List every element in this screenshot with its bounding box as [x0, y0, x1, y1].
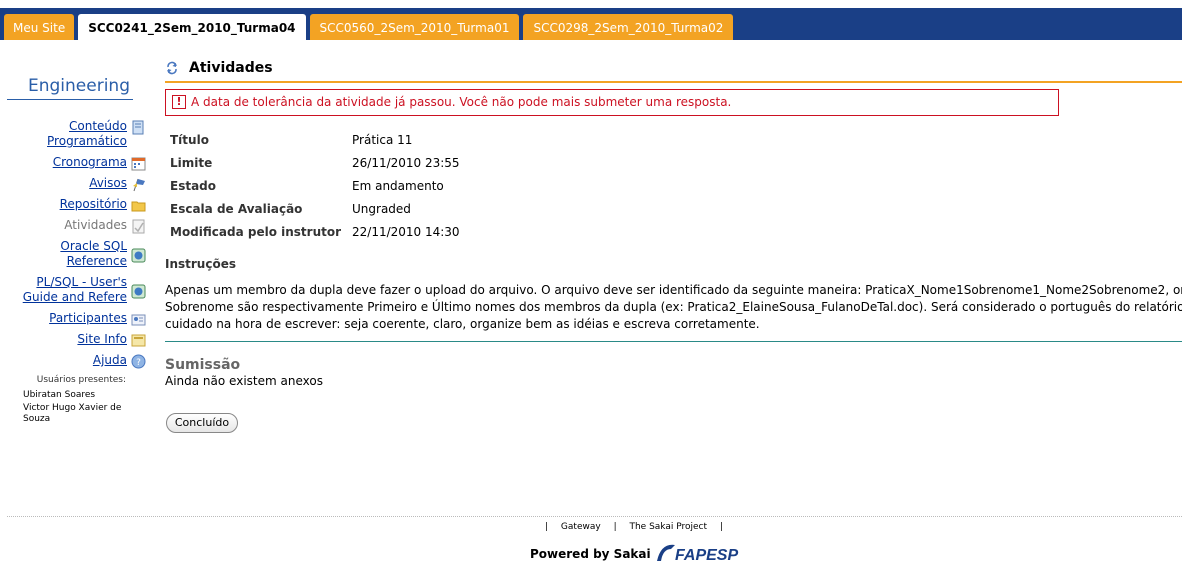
section-divider: [165, 341, 1182, 342]
fapesp-logo: FAPESP: [657, 544, 738, 564]
submission-text: Ainda não existem anexos: [165, 374, 323, 388]
footer-divider: [7, 516, 1182, 517]
tab-scc0241[interactable]: SCC0241_2Sem_2010_Turma04: [78, 14, 306, 40]
instructions-label: Instruções: [165, 257, 236, 271]
fapesp-logo-text: FAPESP: [675, 547, 738, 564]
footer-links: | Gateway | The Sakai Project |: [540, 522, 728, 532]
instructions-text: Apenas um membro da dupla deve fazer o u…: [165, 282, 1182, 333]
warning-icon: !: [172, 95, 186, 109]
prop-value-estado: Em andamento: [352, 179, 444, 193]
folder-icon: [131, 201, 146, 212]
calendar-icon: [131, 157, 146, 171]
sidebar-item-participantes[interactable]: Participantes: [49, 311, 146, 327]
sidebar-item-label[interactable]: Cronograma: [53, 155, 127, 170]
title-divider: [165, 81, 1182, 83]
footer-separator: |: [613, 522, 617, 532]
tool-menu: Engineering Conteúdo Programático Cronog…: [0, 40, 150, 480]
instructions-line: Sobrenome são respectivamente Primeiro e…: [165, 300, 1182, 314]
footer-separator: |: [719, 522, 723, 532]
info-icon: [131, 334, 146, 347]
prop-label-escala: Escala de Avaliação: [170, 202, 303, 216]
tab-meu-site[interactable]: Meu Site: [4, 14, 75, 40]
sidebar-item-plsql[interactable]: PL/SQL - User's Guide and Refere: [19, 275, 146, 305]
assignment-icon: [132, 219, 145, 234]
web-icon: [131, 248, 146, 263]
sidebar-item-label[interactable]: Oracle SQL Reference: [57, 239, 127, 269]
sidebar-item-atividades[interactable]: Atividades: [64, 218, 146, 234]
alert-text: A data de tolerância da atividade já pas…: [191, 95, 732, 109]
svg-text:?: ?: [136, 358, 141, 368]
done-button[interactable]: Concluído: [166, 413, 238, 433]
sidebar-item-label[interactable]: Ajuda: [93, 353, 127, 368]
instructions-line: cuidado na hora de escrever: seja coeren…: [165, 317, 760, 331]
footer-link-gateway[interactable]: Gateway: [561, 522, 601, 532]
presence-user: Ubiratan Soares: [23, 390, 96, 400]
prop-value-limite: 26/11/2010 23:55: [352, 156, 460, 170]
footer-separator: |: [545, 522, 549, 532]
powered-by: Powered by Sakai: [530, 547, 651, 561]
roster-icon: [131, 314, 146, 326]
presence-user: Victor Hugo Xavier de Souza: [23, 403, 122, 424]
page-title: Atividades: [189, 60, 273, 76]
alert-message: ! A data de tolerância da atividade já p…: [165, 89, 1059, 116]
sidebar-item-ajuda[interactable]: Ajuda ?: [93, 353, 146, 369]
help-icon: ?: [131, 354, 146, 369]
notebook-icon: [132, 120, 144, 135]
sidebar-item-oracle-sql[interactable]: Oracle SQL Reference: [57, 239, 146, 269]
sidebar-item-label[interactable]: PL/SQL - User's Guide and Refere: [19, 275, 127, 305]
presence-title: Usuários presentes:: [36, 375, 126, 385]
sidebar-item-label[interactable]: Avisos: [89, 176, 127, 191]
sidebar-item-repositorio[interactable]: Repositório: [60, 197, 146, 213]
sidebar-item-label[interactable]: Participantes: [49, 311, 127, 326]
prop-label-estado: Estado: [170, 179, 217, 193]
site-title: Engineering: [7, 76, 133, 100]
sidebar-item-label[interactable]: Repositório: [60, 197, 127, 212]
sidebar-item-cronograma[interactable]: Cronograma: [53, 155, 146, 171]
web-icon: [131, 284, 146, 299]
tab-scc0298[interactable]: SCC0298_2Sem_2010_Turma02: [523, 14, 734, 40]
sidebar-item-label[interactable]: Site Info: [77, 332, 127, 347]
instructions-line: Apenas um membro da dupla deve fazer o u…: [165, 283, 1182, 297]
prop-label-limite: Limite: [170, 156, 213, 170]
prop-value-titulo: Prática 11: [352, 133, 413, 147]
tab-scc0560[interactable]: SCC0560_2Sem_2010_Turma01: [309, 14, 520, 40]
prop-label-titulo: Título: [170, 133, 209, 147]
sidebar-item-label[interactable]: Atividades: [64, 218, 127, 233]
sidebar-item-label[interactable]: Conteúdo Programático: [47, 119, 127, 149]
refresh-icon[interactable]: [165, 61, 179, 75]
prop-value-escala: Ungraded: [352, 202, 411, 216]
top-navigation-bar: Meu Site SCC0241_2Sem_2010_Turma04 SCC05…: [0, 0, 1182, 40]
submission-title: Sumissão: [165, 357, 241, 373]
footer-link-sakai[interactable]: The Sakai Project: [629, 522, 707, 532]
sidebar-item-conteudo[interactable]: Conteúdo Programático: [47, 119, 146, 149]
flag-icon: [133, 178, 145, 192]
prop-label-modificada: Modificada pelo instrutor: [170, 225, 342, 239]
prop-value-modificada: 22/11/2010 14:30: [352, 225, 460, 239]
sidebar-item-site-info[interactable]: Site Info: [77, 332, 146, 348]
sidebar-item-avisos[interactable]: Avisos: [89, 176, 146, 192]
site-tabs: Meu Site SCC0241_2Sem_2010_Turma04 SCC05…: [0, 14, 737, 40]
